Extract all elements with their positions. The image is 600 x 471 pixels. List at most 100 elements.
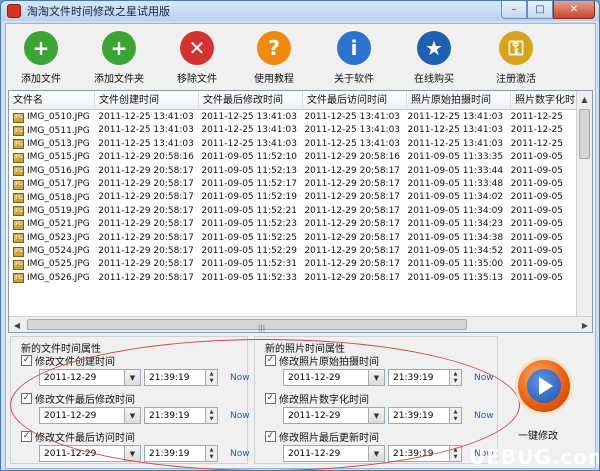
one-click-modify-button[interactable]	[515, 357, 573, 415]
scroll-up-icon[interactable]: ▲	[577, 91, 592, 107]
add-file-button[interactable]: + 添加文件	[6, 24, 76, 90]
remove-file-button[interactable]: ✕ 移除文件	[162, 24, 232, 90]
column-header[interactable]: 文件最后访问时间	[303, 91, 407, 110]
checkbox[interactable]: ✓	[21, 431, 32, 442]
buy-online-button[interactable]: ★ 在线购买	[392, 24, 476, 90]
info-button[interactable]: i 关于软件	[316, 24, 392, 90]
table-row[interactable]: JPG IMG_0524.JPG 2011-12-29 20:58:17 2011-0…	[9, 245, 576, 258]
horizontal-scroll-thumb[interactable]: |||	[27, 319, 467, 332]
table-row[interactable]: JPG IMG_0511.JPG 2011-12-25 13:41:03 2011-1…	[9, 124, 576, 137]
table-row[interactable]: JPG IMG_0510.JPG 2011-12-25 13:41:03 2011-1…	[9, 111, 576, 124]
date-picker[interactable]: 2011-12-29 ▼	[39, 407, 141, 424]
time-cell: 2011-12-25	[510, 138, 563, 149]
checkbox[interactable]: ✓	[265, 393, 276, 404]
time-picker[interactable]: 21:39:19 ▲ ▼	[388, 445, 462, 462]
time-picker[interactable]: 21:39:19 ▲ ▼	[388, 407, 462, 424]
time-picker[interactable]: 21:39:19 ▲ ▼	[388, 369, 462, 386]
date-picker[interactable]: 2011-12-29 ▼	[39, 369, 141, 386]
column-header[interactable]: 照片数字化时	[511, 91, 581, 110]
date-picker[interactable]: 2011-12-29 ▼	[283, 369, 385, 386]
table-row[interactable]: JPG IMG_0525.JPG 2011-12-29 20:58:17 2011-0…	[9, 258, 576, 271]
spin-arrows-icon[interactable]: ▲ ▼	[449, 446, 461, 461]
time-picker[interactable]: 21:39:19 ▲ ▼	[144, 369, 218, 386]
spin-arrows-icon[interactable]: ▲ ▼	[205, 446, 217, 461]
time-option-checkbox-row[interactable]: ✓ 修改文件创建时间	[21, 353, 115, 368]
spin-arrows-icon[interactable]: ▲ ▼	[449, 370, 461, 385]
time-option-checkbox-row[interactable]: ✓ 修改文件最后访问时间	[21, 429, 135, 444]
file-list[interactable]: 文件名 文件创建时间 文件最后修改时间 文件最后访问时间 照片原始拍摄时间 照片数字化时 …	[8, 90, 593, 333]
now-link[interactable]: Now	[230, 373, 250, 383]
time-cell: 2011-12-29 20:58:16	[304, 152, 401, 163]
calendar-dropdown-icon[interactable]: ▼	[124, 446, 140, 461]
maximize-button[interactable]: □	[527, 1, 553, 19]
time-picker[interactable]: 21:39:19 ▲ ▼	[144, 407, 218, 424]
time-cell: 2011-12-29 20:58:17	[304, 272, 401, 283]
table-row[interactable]: JPG IMG_0517.JPG 2011-12-29 20:58:17 2011-0…	[9, 178, 576, 191]
checkbox[interactable]: ✓	[21, 393, 32, 404]
close-button[interactable]: ✕	[553, 1, 595, 19]
file-name-text: IMG_0519.JPG	[27, 205, 90, 216]
lock-button[interactable]: ⚿ 注册激活	[476, 24, 556, 90]
checkbox[interactable]: ✓	[265, 431, 276, 442]
now-link[interactable]: Now	[230, 411, 250, 421]
table-row[interactable]: JPG IMG_0515.JPG 2011-12-29 20:58:16 2011-0…	[9, 151, 576, 164]
vertical-scrollbar[interactable]: ▲	[576, 91, 592, 317]
client-area: + 添加文件 + 添加文件夹 ✕ 移除文件? 使用教程 i 关于软件 ★ 在线购买 ⚿ 注册激活 文件名…	[5, 23, 596, 470]
time-option-checkbox-row[interactable]: ✓ 修改文件最后修改时间	[21, 391, 135, 406]
spin-arrows-icon[interactable]: ▲ ▼	[205, 370, 217, 385]
now-link[interactable]: Now	[230, 449, 250, 459]
column-header[interactable]: 文件名	[9, 91, 95, 110]
file-name-text: IMG_0516.JPG	[27, 165, 90, 176]
file-list-rows: JPG IMG_0510.JPG 2011-12-25 13:41:03 2011-1…	[9, 111, 576, 285]
table-row[interactable]: JPG IMG_0526.JPG 2011-12-29 20:58:17 2011-0…	[9, 272, 576, 285]
spin-arrows-icon[interactable]: ▲ ▼	[205, 408, 217, 423]
calendar-dropdown-icon[interactable]: ▼	[124, 408, 140, 423]
now-link[interactable]: Now	[474, 411, 494, 421]
spin-arrows-icon[interactable]: ▲ ▼	[449, 408, 461, 423]
add-folder-button[interactable]: + 添加文件夹	[76, 24, 162, 90]
help-button[interactable]: ? 使用教程	[232, 24, 316, 90]
table-row[interactable]: JPG IMG_0523.JPG 2011-12-29 20:58:17 2011-0…	[9, 232, 576, 245]
calendar-dropdown-icon[interactable]: ▼	[368, 370, 384, 385]
time-picker[interactable]: 21:39:19 ▲ ▼	[144, 445, 218, 462]
horizontal-scrollbar[interactable]: ◀ ||| ▶	[9, 316, 592, 332]
time-option-checkbox-row[interactable]: ✓ 修改照片最后更新时间	[265, 429, 379, 444]
toolbar-label: 移除文件	[177, 74, 217, 85]
table-row[interactable]: JPG IMG_0521.JPG 2011-12-29 20:58:17 2011-0…	[9, 218, 576, 231]
checkbox-label: 修改文件最后修改时间	[35, 395, 135, 406]
checkbox[interactable]: ✓	[21, 355, 32, 366]
date-picker[interactable]: 2011-12-29 ▼	[283, 445, 385, 462]
table-row[interactable]: JPG IMG_0518.JPG 2011-12-29 20:58:17 2011-0…	[9, 191, 576, 204]
app-icon	[7, 4, 21, 18]
table-row[interactable]: JPG IMG_0513.JPG 2011-12-25 13:41:03 2011-1…	[9, 138, 576, 151]
toolbar-label: 关于软件	[334, 74, 374, 85]
minimize-button[interactable]: –	[501, 1, 527, 19]
table-row[interactable]: JPG IMG_0519.JPG 2011-12-29 20:58:17 2011-0…	[9, 205, 576, 218]
jpg-file-icon: JPG	[13, 112, 24, 123]
jpg-file-icon: JPG	[13, 193, 24, 204]
time-cell: 2011-12-25 13:41:03	[304, 125, 401, 136]
time-cell: 2011-09-05 11:52:17	[201, 178, 297, 189]
time-cell: 2011-09-05 11:52:13	[201, 165, 297, 176]
date-picker[interactable]: 2011-12-29 ▼	[39, 445, 141, 462]
time-option-checkbox-row[interactable]: ✓ 修改照片数字化时间	[265, 391, 369, 406]
scroll-left-icon[interactable]: ◀	[9, 317, 25, 332]
time-cell: 2011-09-05	[510, 259, 563, 270]
column-header[interactable]: 文件最后修改时间	[199, 91, 303, 110]
column-header[interactable]: 照片原始拍摄时间	[407, 91, 511, 110]
scroll-right-icon[interactable]: ▶	[577, 317, 592, 332]
checkbox[interactable]: ✓	[265, 355, 276, 366]
vertical-scroll-thumb[interactable]	[579, 109, 590, 159]
column-header[interactable]: 文件创建时间	[95, 91, 199, 110]
checkbox-label: 修改文件最后访问时间	[35, 433, 135, 444]
table-row[interactable]: JPG IMG_0516.JPG 2011-12-29 20:58:17 2011-0…	[9, 165, 576, 178]
now-link[interactable]: Now	[474, 373, 494, 383]
time-cell: 2011-12-25 13:41:03	[304, 138, 401, 149]
time-option-checkbox-row[interactable]: ✓ 修改照片原始拍摄时间	[265, 353, 379, 368]
calendar-dropdown-icon[interactable]: ▼	[368, 408, 384, 423]
checkbox-label: 修改照片最后更新时间	[279, 433, 379, 444]
calendar-dropdown-icon[interactable]: ▼	[124, 370, 140, 385]
date-picker[interactable]: 2011-12-29 ▼	[283, 407, 385, 424]
time-cell: 2011-09-05 11:52:21	[201, 205, 297, 216]
calendar-dropdown-icon[interactable]: ▼	[368, 446, 384, 461]
